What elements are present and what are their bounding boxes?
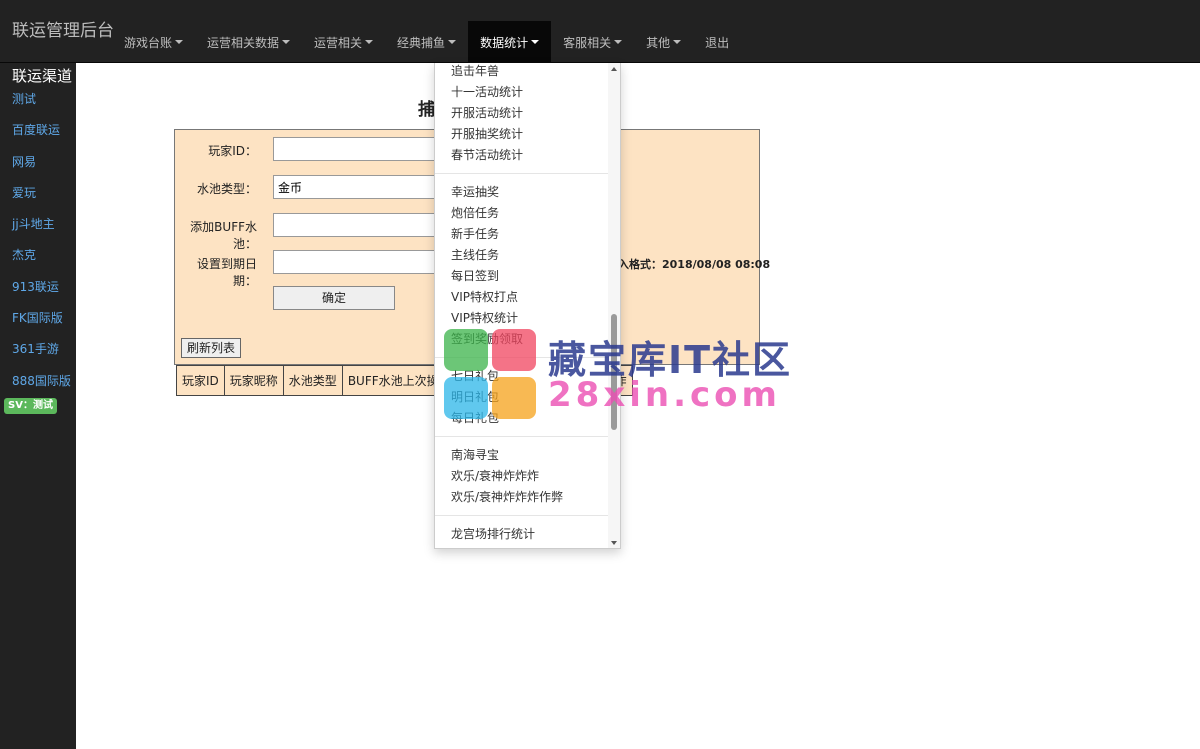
nav-item-1[interactable]: 运营相关数据 — [195, 21, 302, 63]
dropdown-item[interactable]: 炮倍任务 — [435, 203, 609, 224]
confirm-button[interactable]: 确定 — [273, 286, 395, 310]
caret-down-icon — [614, 40, 623, 44]
player-id-label: 玩家ID： — [208, 144, 257, 158]
dropdown-item[interactable]: 龙宫场排行统计 — [435, 524, 609, 545]
sidebar-item-2[interactable]: 网易 — [12, 154, 71, 185]
dropdown-item[interactable]: 新手任务 — [435, 224, 609, 245]
caret-down-icon — [365, 40, 374, 44]
dropdown-item[interactable]: 主线任务 — [435, 245, 609, 266]
nav-item-0[interactable]: 游戏台账 — [112, 21, 195, 63]
dropdown-item[interactable]: 欢乐/衰神炸炸炸作弊 — [435, 487, 609, 508]
nav-item-label: 经典捕鱼 — [397, 35, 446, 50]
buff-pool-label: 添加BUFF水池： — [190, 220, 257, 251]
nav-item-7[interactable]: 退出 — [693, 21, 741, 63]
dropdown-item[interactable]: 开服抽奖统计 — [435, 124, 609, 145]
nav-item-3[interactable]: 经典捕鱼 — [385, 21, 468, 63]
buff-pool-input[interactable] — [273, 213, 443, 237]
dropdown-item[interactable]: 幸运抽奖 — [435, 182, 609, 203]
dropdown-item[interactable]: 春节活动统计 — [435, 145, 609, 166]
sidebar-item-0[interactable]: 测试 — [12, 91, 71, 122]
dropdown-item[interactable]: 南海寻宝 — [435, 445, 609, 466]
sidebar-title: 联运渠道 — [12, 67, 73, 85]
caret-down-icon — [673, 40, 682, 44]
dropdown-item[interactable]: VIP特权统计 — [435, 308, 609, 329]
page-title: 捕 — [418, 100, 435, 120]
nav-item-label: 退出 — [705, 35, 730, 50]
nav-item-label: 运营相关数据 — [207, 35, 280, 50]
app-brand[interactable]: 联运管理后台 — [12, 16, 114, 41]
scrollbar-thumb[interactable] — [611, 314, 617, 430]
expire-date-input[interactable] — [273, 250, 443, 274]
dropdown-divider — [435, 173, 609, 174]
sidebar-item-5[interactable]: 杰克 — [12, 247, 71, 278]
dropdown-item[interactable]: 签到奖励领取 — [435, 329, 609, 350]
dropdown-item[interactable]: 欢乐/衰神炸炸炸 — [435, 466, 609, 487]
scroll-up-icon[interactable] — [611, 67, 617, 71]
dropdown-divider — [435, 357, 609, 358]
dropdown-item[interactable]: 七日礼包 — [435, 366, 609, 387]
dropdown-item[interactable]: 明日礼包 — [435, 387, 609, 408]
caret-down-icon — [448, 40, 457, 44]
stats-dropdown-menu: 追击年兽 十一活动统计 开服活动统计 开服抽奖统计 春节活动统计 幸运抽奖 炮倍任务 新手任务… — [434, 63, 621, 549]
dropdown-divider — [435, 436, 609, 437]
nav-item-5[interactable]: 客服相关 — [551, 21, 634, 63]
caret-down-icon — [175, 40, 184, 44]
refresh-list-button[interactable]: 刷新列表 — [181, 338, 242, 358]
dropdown-item[interactable]: VIP特权打点 — [435, 287, 609, 308]
nav-item-6[interactable]: 其他 — [634, 21, 693, 63]
channel-list: 测试 百度联运 网易 爱玩 jj斗地主 杰克 913联运 FK国际版 361手游 888国际版 — [12, 91, 71, 404]
scroll-down-icon[interactable] — [611, 541, 617, 545]
sidebar-item-7[interactable]: FK国际版 — [12, 310, 71, 341]
pool-type-input[interactable] — [273, 175, 443, 199]
table-header-2: 水池类型 — [282, 365, 343, 396]
nav-item-label: 客服相关 — [563, 35, 612, 50]
dropdown-scrollbar[interactable] — [608, 63, 620, 548]
sidebar-item-8[interactable]: 361手游 — [12, 341, 71, 372]
nav-item-2[interactable]: 运营相关 — [302, 21, 385, 63]
player-id-input[interactable] — [273, 137, 443, 161]
sidebar: 联运渠道 测试 百度联运 网易 爱玩 jj斗地主 杰克 913联运 FK国际版 361手游 888… — [0, 63, 76, 749]
nav-item-label: 数据统计 — [480, 35, 529, 50]
dropdown-item[interactable]: 开服活动统计 — [435, 103, 609, 124]
top-navbar: 联运管理后台 游戏台账 运营相关数据 运营相关 经典捕鱼 数据统计 客服相关 其他 退出 — [0, 0, 1200, 63]
sidebar-item-3[interactable]: 爱玩 — [12, 185, 71, 216]
nav-item-label: 其他 — [646, 35, 671, 50]
main-nav: 游戏台账 运营相关数据 运营相关 经典捕鱼 数据统计 客服相关 其他 退出 — [112, 21, 741, 63]
sidebar-item-6[interactable]: 913联运 — [12, 279, 71, 310]
dropdown-divider — [435, 515, 609, 516]
sidebar-item-4[interactable]: jj斗地主 — [12, 216, 71, 247]
nav-item-4[interactable]: 数据统计 — [468, 21, 552, 63]
dropdown-item[interactable]: 十一活动统计 — [435, 82, 609, 103]
caret-down-icon — [282, 40, 291, 44]
server-badge: SV：测试 — [4, 398, 57, 414]
nav-item-label: 运营相关 — [314, 35, 363, 50]
caret-down-icon — [531, 40, 540, 44]
pool-type-label: 水池类型： — [196, 182, 257, 196]
sidebar-item-1[interactable]: 百度联运 — [12, 122, 71, 153]
date-format-hint: 入格式：2018/08/08 08:08 — [618, 258, 771, 271]
dropdown-item[interactable]: 追击年兽 — [435, 63, 609, 82]
expire-date-label: 设置到期日期： — [196, 257, 257, 288]
table-header-0: 玩家ID — [176, 365, 225, 396]
dropdown-item[interactable]: 每日签到 — [435, 266, 609, 287]
nav-item-label: 游戏台账 — [124, 35, 173, 50]
table-header-1: 玩家昵称 — [223, 365, 284, 396]
dropdown-item[interactable]: 每日礼包 — [435, 408, 609, 429]
